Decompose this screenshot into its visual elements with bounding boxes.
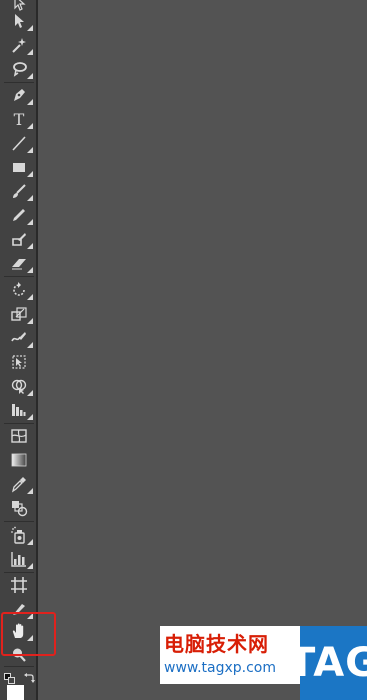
canvas-area[interactable] — [40, 0, 367, 700]
separator — [4, 423, 34, 424]
svg-text:T: T — [14, 110, 25, 128]
arrow-icon — [15, 14, 24, 28]
eraser-tool[interactable] — [6, 252, 33, 274]
eyedropper-icon — [11, 477, 26, 493]
free-transform-tool[interactable] — [6, 351, 32, 373]
line-icon — [12, 136, 26, 151]
magic-wand-icon — [12, 38, 26, 53]
warp-icon — [11, 332, 26, 342]
rotate-icon — [13, 282, 25, 296]
shape-builder-icon — [11, 379, 27, 394]
gradient-tool[interactable] — [6, 449, 32, 471]
tools-panel: T — [0, 0, 38, 700]
scale-tool[interactable] — [6, 303, 33, 325]
fill-color-swatch[interactable] — [7, 685, 24, 700]
watermark-site: 电脑技术网 www.tagxp.com — [160, 626, 300, 684]
blob-brush-tool[interactable] — [6, 228, 33, 250]
column-graph-icon — [11, 552, 26, 567]
rotate-tool[interactable] — [6, 279, 33, 301]
line-segment-tool[interactable] — [6, 132, 33, 154]
blend-tool[interactable] — [6, 497, 32, 519]
mesh-icon — [11, 429, 27, 443]
swap-arrow-icon — [24, 673, 35, 683]
separator — [4, 572, 34, 573]
artboard-tool[interactable] — [6, 574, 32, 596]
paintbrush-tool[interactable] — [6, 180, 33, 202]
eraser-icon — [12, 259, 26, 270]
default-colors-button[interactable] — [4, 670, 16, 684]
shape-builder-tool[interactable] — [6, 375, 33, 397]
artboard-icon — [11, 577, 27, 593]
magic-wand-tool[interactable] — [6, 34, 33, 56]
pencil-tool[interactable] — [6, 204, 33, 226]
separator — [4, 666, 34, 667]
pen-nib-icon — [14, 89, 25, 101]
gradient-icon — [11, 453, 27, 467]
symbol-sprayer-tool[interactable] — [6, 524, 33, 546]
blend-icon — [12, 501, 28, 517]
warp-tool[interactable] — [6, 327, 33, 349]
mesh-tool[interactable] — [6, 425, 32, 447]
lasso-tool[interactable] — [6, 58, 33, 80]
symbol-sprayer-icon — [11, 526, 25, 544]
scale-icon — [11, 307, 27, 321]
type-tool[interactable]: T — [6, 108, 33, 130]
separator — [4, 521, 34, 522]
brush-icon — [13, 184, 26, 198]
watermark-title: 电脑技术网 — [164, 632, 269, 656]
rectangle-tool[interactable] — [6, 156, 33, 178]
watermark-url: www.tagxp.com — [164, 660, 276, 676]
pencil-icon — [13, 209, 25, 221]
separator — [4, 276, 34, 277]
perspective-grid-icon — [12, 404, 26, 416]
perspective-grid-tool[interactable] — [6, 399, 33, 421]
separator — [4, 82, 34, 83]
column-graph-tool[interactable] — [6, 548, 33, 570]
type-icon: T — [14, 110, 25, 128]
swap-colors-button[interactable] — [23, 669, 35, 683]
watermark-logo: TAG — [288, 626, 367, 700]
direct-selection-tool[interactable] — [6, 10, 33, 32]
lasso-icon — [13, 62, 27, 77]
blob-brush-icon — [12, 233, 26, 246]
free-transform-icon — [12, 355, 26, 369]
pen-tool[interactable] — [6, 84, 33, 106]
eyedropper-tool[interactable] — [6, 473, 33, 495]
default-colors-icon — [4, 673, 15, 684]
rectangle-icon — [13, 163, 25, 172]
watermark: 电脑技术网 www.tagxp.com TAG — [160, 626, 367, 700]
